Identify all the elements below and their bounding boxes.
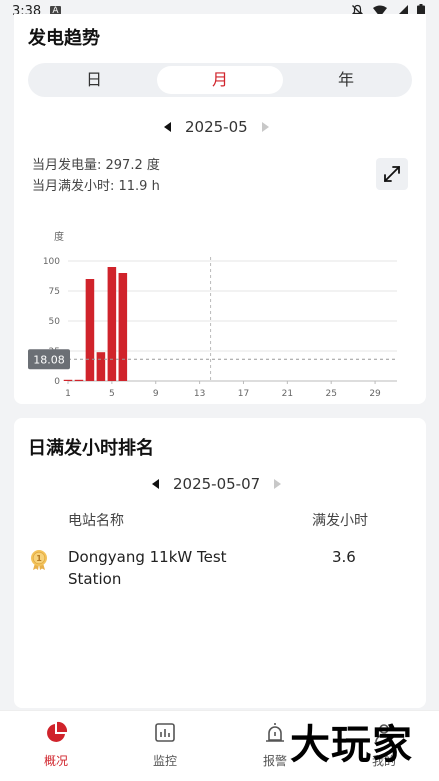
bar <box>74 379 84 381</box>
x-tick-label: 1 <box>65 389 71 399</box>
day-navigator: 2025-05-07 <box>152 475 282 493</box>
station-full-hours: 3.6 <box>332 548 356 566</box>
ranking-title: 日满发小时排名 <box>28 438 154 459</box>
bar <box>107 267 117 381</box>
period-tabs: 日 月 年 <box>28 63 412 97</box>
column-station-name: 电站名称 <box>68 513 124 529</box>
current-day[interactable]: 2025-05-07 <box>173 475 260 493</box>
nav-overview[interactable]: 概况 <box>16 721 96 769</box>
monitor-chart-icon <box>155 723 175 742</box>
month-full-hours-stat: 当月满发小时: 11.9 h <box>32 179 160 194</box>
x-tick-label: 29 <box>369 389 381 399</box>
prev-day-icon[interactable] <box>152 479 159 489</box>
gold-medal-icon: 1 <box>31 550 47 570</box>
tab-year[interactable]: 年 <box>283 66 409 94</box>
x-tick-label: 21 <box>282 389 293 399</box>
bar <box>63 379 73 381</box>
nav-overview-label: 概况 <box>43 754 68 768</box>
x-tick-label: 5 <box>109 389 115 399</box>
y-tick-label: 100 <box>43 257 60 267</box>
crosshair-value-label: 18.08 <box>33 353 65 366</box>
rank-number: 1 <box>36 554 42 563</box>
y-tick-label: 75 <box>49 287 60 297</box>
x-tick-label: 25 <box>325 389 336 399</box>
tab-day[interactable]: 日 <box>31 66 157 94</box>
full-hours-ranking-card: 日满发小时排名 2025-05-07 电站名称 满发小时 1 Dongyang … <box>14 418 426 708</box>
x-tick-label: 13 <box>194 389 205 399</box>
month-generation-stat: 当月发电量: 297.2 度 <box>32 158 160 173</box>
month-navigator: 2025-05 <box>164 118 269 136</box>
y-tick-label: 50 <box>49 317 61 327</box>
next-day-icon[interactable] <box>274 479 282 489</box>
trend-title: 发电趋势 <box>28 28 100 49</box>
y-tick-label: 0 <box>54 377 60 387</box>
prev-month-icon[interactable] <box>164 122 171 132</box>
tab-month[interactable]: 月 <box>157 66 283 94</box>
next-month-icon[interactable] <box>261 122 269 132</box>
generation-trend-card: 发电趋势 日 月 年 2025-05 当月发电量: 297.2 度 当月满发小时… <box>14 14 426 404</box>
bar <box>85 279 95 381</box>
current-month[interactable]: 2025-05 <box>185 118 248 136</box>
bar <box>96 352 106 381</box>
x-tick-label: 17 <box>238 389 249 399</box>
bar <box>118 273 128 381</box>
station-name: Dongyang 11kW Test Station <box>68 548 227 588</box>
column-full-hours: 满发小时 <box>312 513 368 529</box>
expand-icon <box>384 166 400 182</box>
alarm-light-icon <box>266 723 284 742</box>
pie-chart-icon <box>47 721 68 742</box>
y-unit-label: 度 <box>54 230 64 243</box>
nav-monitor-label: 监控 <box>152 754 177 768</box>
x-tick-label: 9 <box>153 389 159 399</box>
generation-bar-chart[interactable]: 度0255075100159131721252918.08 <box>14 210 426 400</box>
nav-monitor[interactable]: 监控 <box>125 721 205 769</box>
watermark-logo: 大玩家 <box>290 722 413 768</box>
fullscreen-button[interactable] <box>376 158 408 190</box>
